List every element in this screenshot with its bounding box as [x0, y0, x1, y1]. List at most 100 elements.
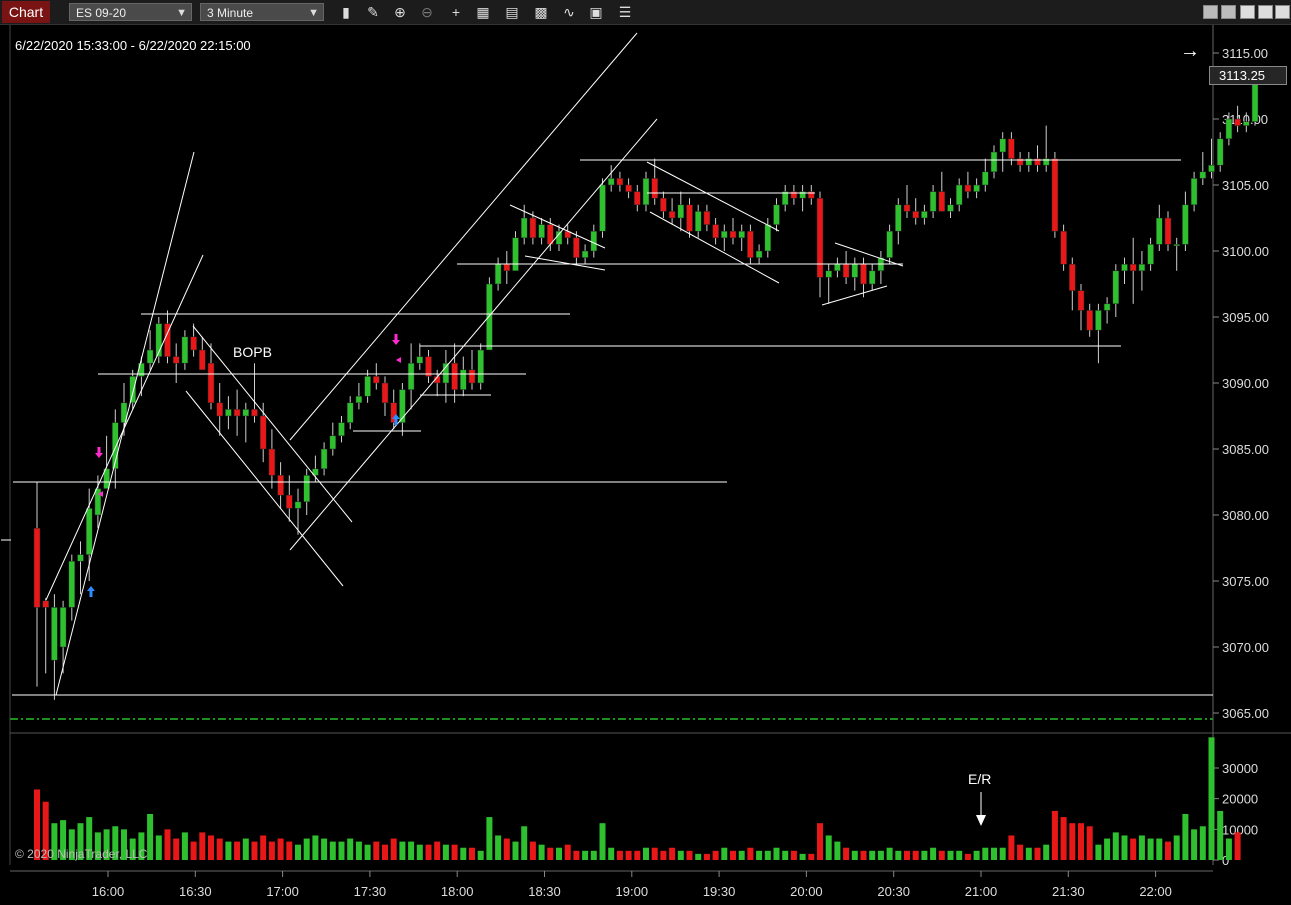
candle-body — [660, 197, 667, 212]
candle-body — [1234, 118, 1241, 126]
candle-body — [355, 395, 363, 404]
restore-button[interactable] — [1221, 5, 1236, 19]
candle-body — [294, 501, 302, 509]
candle-body — [747, 230, 754, 258]
candle-body — [868, 270, 876, 285]
volume-bar — [860, 850, 867, 860]
candle-body — [538, 224, 545, 239]
time-tick-label: 20:00 — [790, 884, 823, 899]
volume-bar — [1095, 844, 1102, 860]
candle-body — [668, 211, 676, 219]
maximize-window-button[interactable] — [1258, 5, 1273, 19]
volume-bar — [973, 850, 980, 860]
price-tick-label: 3095.00 — [1222, 310, 1269, 325]
candle-body — [199, 349, 206, 371]
templates-icon[interactable]: ▣ — [587, 3, 605, 21]
volume-bar — [373, 841, 380, 860]
price-tick-label: 3075.00 — [1222, 574, 1269, 589]
data-box-icon[interactable]: ▦ — [474, 3, 492, 21]
volume-bar — [147, 814, 154, 860]
er-annotation: E/R — [968, 771, 992, 787]
candle-body — [1138, 263, 1146, 272]
volume-bar — [355, 841, 362, 860]
candle-body — [1243, 121, 1250, 126]
volume-bar — [208, 835, 214, 860]
candle-body — [607, 178, 615, 186]
interval-selector[interactable]: 3 Minute ▼ — [200, 3, 324, 21]
volume-bar — [216, 838, 223, 860]
volume-bar — [669, 847, 676, 860]
volume-bar — [1234, 832, 1241, 860]
candle-body — [42, 600, 49, 608]
volume-bar — [234, 841, 241, 860]
bar-type-icon[interactable]: ▮ — [337, 3, 355, 21]
properties-icon[interactable]: ▤ — [503, 3, 521, 21]
close-window-button[interactable] — [1275, 5, 1290, 19]
candle-body — [425, 356, 432, 377]
volume-bar — [1225, 838, 1232, 860]
candle-body — [416, 356, 424, 364]
candle-body — [460, 369, 467, 390]
strategies-icon[interactable]: ▩ — [532, 3, 550, 21]
minimize-button[interactable] — [1203, 5, 1218, 19]
candle-body — [616, 178, 624, 186]
volume-bar — [1199, 826, 1206, 860]
candle-body — [286, 494, 293, 509]
drawn-trendline — [192, 325, 353, 523]
zoom-in-icon[interactable]: ⊕ — [391, 3, 409, 21]
chart-toolbar: Chart ES 09-20 ▼ 3 Minute ▼ ▮ ✎ ⊕ ⊖ + ▦ … — [0, 0, 1291, 25]
price-tick-label: 3080.00 — [1222, 508, 1269, 523]
candle-body — [1147, 244, 1154, 265]
candle-body — [320, 448, 328, 470]
volume-bar — [947, 850, 954, 860]
candle-body — [242, 409, 250, 417]
candle-body — [860, 263, 867, 285]
drawn-trendline — [524, 255, 606, 271]
minimize-window-button[interactable] — [1240, 5, 1255, 19]
candle-body — [764, 224, 772, 252]
candle-body — [1077, 290, 1085, 311]
signal-arrow-down-icon — [95, 453, 103, 458]
volume-bar — [904, 850, 910, 860]
candle-body — [207, 362, 215, 404]
volume-bar — [521, 826, 528, 860]
volume-bar — [347, 838, 354, 860]
volume-bar — [277, 838, 284, 860]
drawing-tools-icon[interactable]: ✎ — [364, 3, 382, 21]
zoom-out-icon[interactable]: ⊖ — [418, 3, 436, 21]
candle-body — [1103, 303, 1111, 311]
candle-body — [738, 230, 745, 239]
volume-bar — [1025, 847, 1032, 860]
volume-bar — [834, 841, 841, 860]
candle-body — [51, 607, 58, 661]
arrow-right-icon[interactable]: → — [1180, 40, 1200, 63]
candle-body — [903, 204, 911, 212]
volume-bar — [616, 850, 623, 860]
volume-bar — [660, 850, 667, 860]
chart-trader-icon[interactable]: ☰ — [616, 3, 634, 21]
chart-canvas[interactable]: 3115.003110.003105.003100.003095.003090.… — [0, 25, 1291, 905]
signal-marker-icon — [396, 357, 401, 363]
instrument-selector[interactable]: ES 09-20 ▼ — [69, 3, 192, 21]
candle-body — [573, 237, 580, 258]
candle-body — [1156, 217, 1163, 245]
candle-body — [1060, 230, 1067, 265]
candle-body — [929, 191, 937, 212]
indicators-icon[interactable]: ∿ — [560, 3, 578, 21]
candle-body — [233, 409, 241, 417]
volume-bar — [199, 832, 206, 860]
candle-body — [68, 560, 76, 608]
volume-bar — [416, 844, 423, 860]
volume-bar — [469, 847, 475, 860]
candle-body — [225, 409, 232, 417]
time-tick-label: 21:00 — [965, 884, 998, 899]
chart-tab[interactable]: Chart — [2, 1, 50, 23]
candle-body — [59, 607, 67, 648]
crosshair-icon[interactable]: + — [447, 3, 465, 21]
volume-bar — [573, 850, 580, 860]
volume-bar — [1130, 838, 1137, 860]
candle-body — [973, 184, 980, 192]
volume-bar — [1086, 826, 1093, 860]
volume-bar — [964, 853, 971, 860]
volume-bar — [1156, 838, 1163, 860]
